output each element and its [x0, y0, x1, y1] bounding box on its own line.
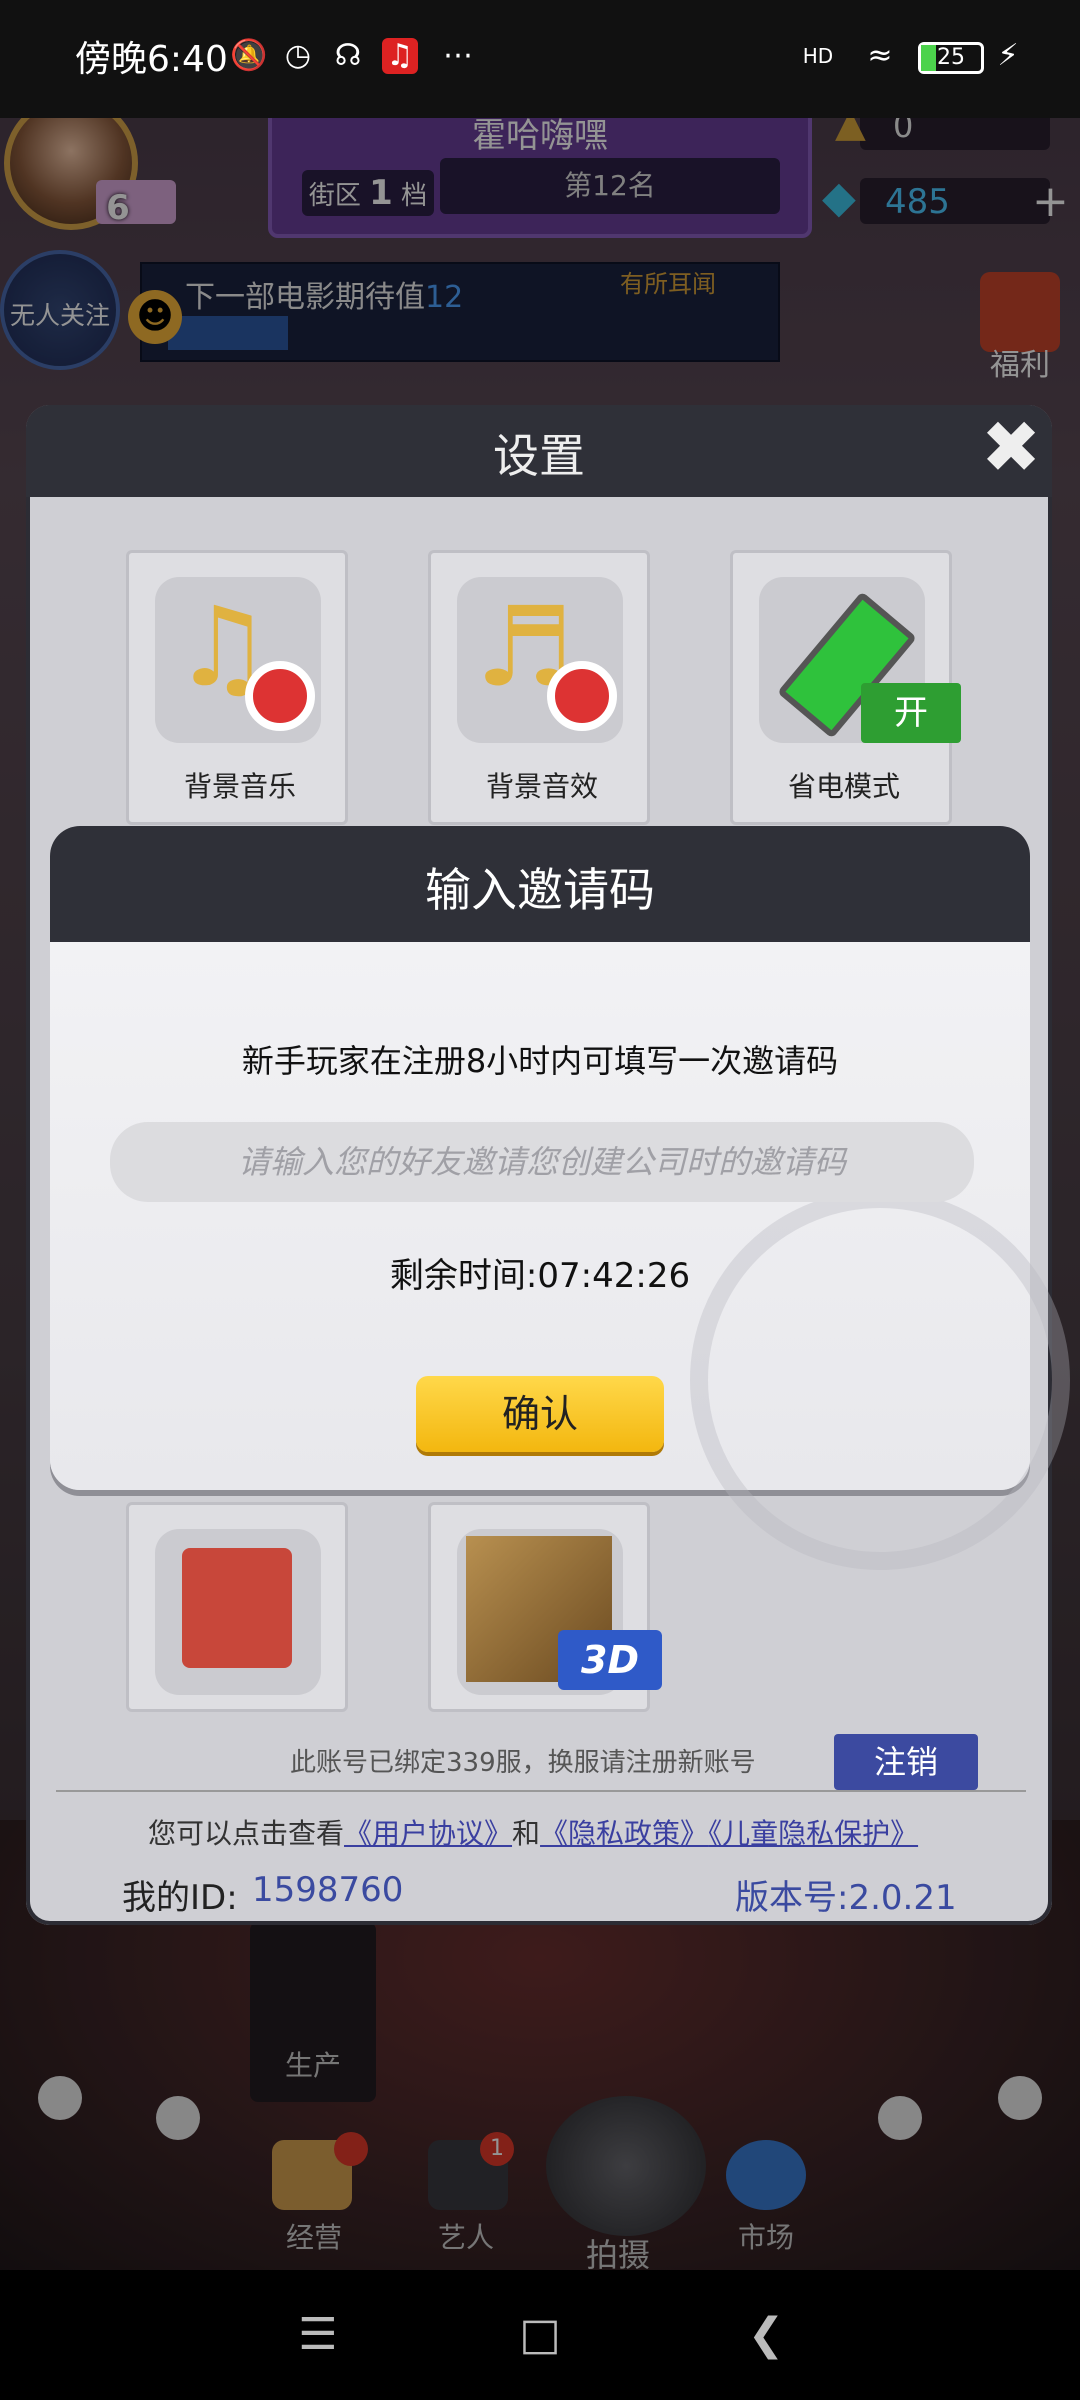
power-save-on-badge: 开 [861, 683, 961, 743]
remaining-time: 剩余时间:07:42:26 [389, 1256, 691, 1296]
account-bind-text: 此账号已绑定339服，换服请注册新账号 [290, 1748, 756, 1778]
menu-icon[interactable]: ☰ [288, 2310, 348, 2360]
headphones-icon: ☊ [334, 38, 362, 73]
power-save-label: 省电模式 [787, 770, 900, 803]
version-label: 版本号:2.0.21 [735, 1878, 957, 1918]
mute-sign-icon [547, 661, 617, 731]
signal-hd-label: HD [802, 44, 834, 68]
mute-sign-icon [245, 661, 315, 731]
agreement-and: 和 [512, 1817, 541, 1850]
sound-effect-label: 背景音效 [485, 770, 598, 803]
netease-music-icon: ♫ [382, 38, 418, 74]
charging-bolt-icon: ⚡ [997, 38, 1019, 73]
privacy-policy-link[interactable]: 《隐私政策》 [540, 1817, 708, 1850]
battery-level-text: 25 [937, 45, 965, 70]
back-icon[interactable]: ❮ [736, 2310, 796, 2360]
more-dots-icon: ⋯ [443, 38, 473, 73]
agreement-prefix: 您可以点击查看 [148, 1817, 345, 1850]
bg-music-label: 背景音乐 [183, 770, 296, 803]
invite-title: 输入邀请码 [425, 863, 655, 917]
my-id-value: 1598760 [252, 1870, 404, 1910]
invite-description: 新手玩家在注册8小时内可填写一次邀请码 [241, 1042, 839, 1080]
bg-music-toggle[interactable]: ♫ 背景音乐 [126, 550, 348, 825]
my-id-label: 我的ID: [122, 1878, 238, 1918]
status-time: 傍晚6:40 [75, 39, 228, 80]
settings-title: 设置 [493, 429, 585, 483]
wifi-icon: ≈ [867, 38, 893, 73]
invite-code-input[interactable] [110, 1122, 974, 1202]
status-bar: 傍晚6:40 🔕 ◷ ☊ ♫ ⋯ HD ≈ 25 ⚡ [0, 0, 1080, 118]
confirm-button[interactable]: 确认 [416, 1376, 664, 1452]
home-icon[interactable]: □ [510, 2310, 570, 2360]
divider [56, 1790, 1026, 1792]
battery-status-icon: 25 [918, 42, 984, 74]
user-agreement-link[interactable]: 《用户协议》 [344, 1817, 512, 1850]
film-reel-icon [690, 1190, 1070, 1570]
power-save-toggle[interactable]: 开 省电模式 [730, 550, 961, 825]
3d-badge: 3D [558, 1630, 662, 1690]
child-privacy-link[interactable]: 《儿童隐私保护》 [708, 1817, 918, 1850]
close-icon[interactable]: ✖ [976, 411, 1046, 483]
agreement-line: 您可以点击查看《用户协议》和《隐私政策》《儿童隐私保护》 [148, 1812, 918, 1852]
sound-effect-toggle[interactable]: ♬ 背景音效 [428, 550, 650, 825]
signal-icon: HD [800, 38, 836, 74]
calendar-gift-icon [182, 1548, 292, 1668]
mute-bell-icon: 🔕 [230, 38, 268, 73]
alarm-icon: ◷ [284, 38, 312, 73]
logout-button[interactable]: 注销 [834, 1734, 978, 1790]
